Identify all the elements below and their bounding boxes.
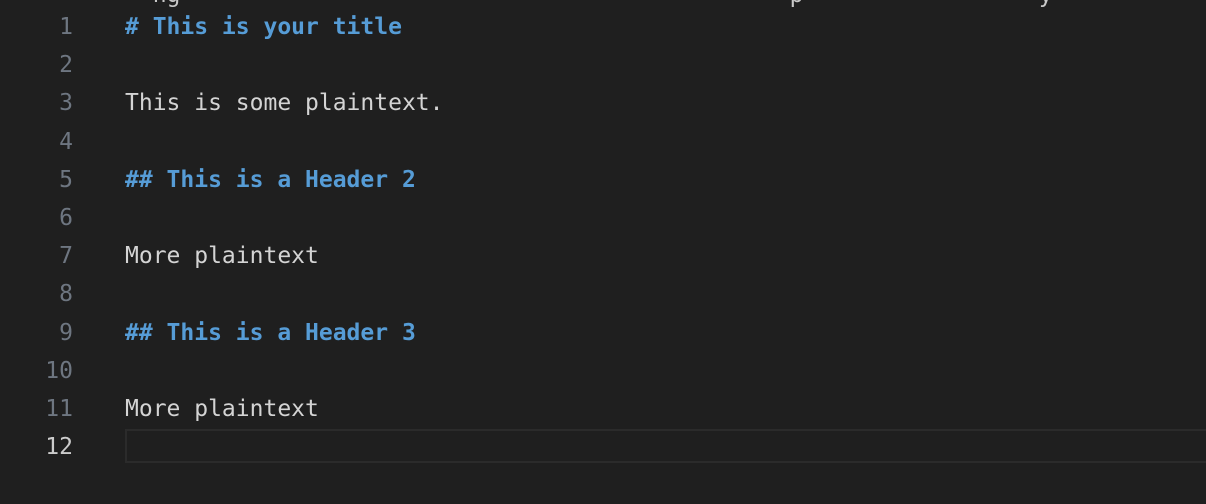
code-editor[interactable]: ng p y 1 # This is your title 2 3 This i… <box>0 0 1206 504</box>
line-number: 2 <box>59 52 73 79</box>
line-text-heading[interactable]: ## This is a Header 2 <box>125 161 416 199</box>
line-number: 9 <box>59 319 73 346</box>
editor-line[interactable]: 3 This is some plaintext. <box>0 84 1206 122</box>
editor-line[interactable]: 4 <box>0 123 1206 161</box>
line-number: 5 <box>59 166 73 193</box>
line-number: 7 <box>59 243 73 270</box>
editor-line-active[interactable]: 12 <box>0 428 1206 466</box>
line-number: 11 <box>45 395 73 422</box>
current-line-highlight <box>125 429 1206 464</box>
line-text-heading[interactable]: ## This is a Header 3 <box>125 314 416 352</box>
editor-line[interactable]: 7 More plaintext <box>0 237 1206 275</box>
editor-line[interactable]: 6 <box>0 199 1206 237</box>
scrolled-off-line: ng p y <box>0 0 1206 8</box>
editor-line[interactable]: 11 More plaintext <box>0 390 1206 428</box>
line-text[interactable]: More plaintext <box>125 390 319 428</box>
editor-line[interactable]: 10 <box>0 352 1206 390</box>
line-number: 3 <box>59 90 73 117</box>
editor-lines[interactable]: 1 # This is your title 2 3 This is some … <box>0 8 1206 466</box>
line-number-active: 12 <box>45 434 73 461</box>
editor-line[interactable]: 5 ## This is a Header 2 <box>0 161 1206 199</box>
editor-line[interactable]: 9 ## This is a Header 3 <box>0 314 1206 352</box>
line-number: 6 <box>59 204 73 231</box>
scrolled-off-text: ng p y <box>125 0 1053 8</box>
line-number: 4 <box>59 128 73 155</box>
line-number: 8 <box>59 281 73 308</box>
line-number: 1 <box>59 14 73 40</box>
editor-line[interactable]: 2 <box>0 46 1206 84</box>
line-number: 10 <box>45 357 73 384</box>
line-text[interactable]: More plaintext <box>125 237 319 275</box>
line-text-heading[interactable]: # This is your title <box>125 8 402 46</box>
editor-line[interactable]: 8 <box>0 275 1206 313</box>
editor-line[interactable]: 1 # This is your title <box>0 8 1206 46</box>
line-text[interactable]: This is some plaintext. <box>125 84 444 122</box>
